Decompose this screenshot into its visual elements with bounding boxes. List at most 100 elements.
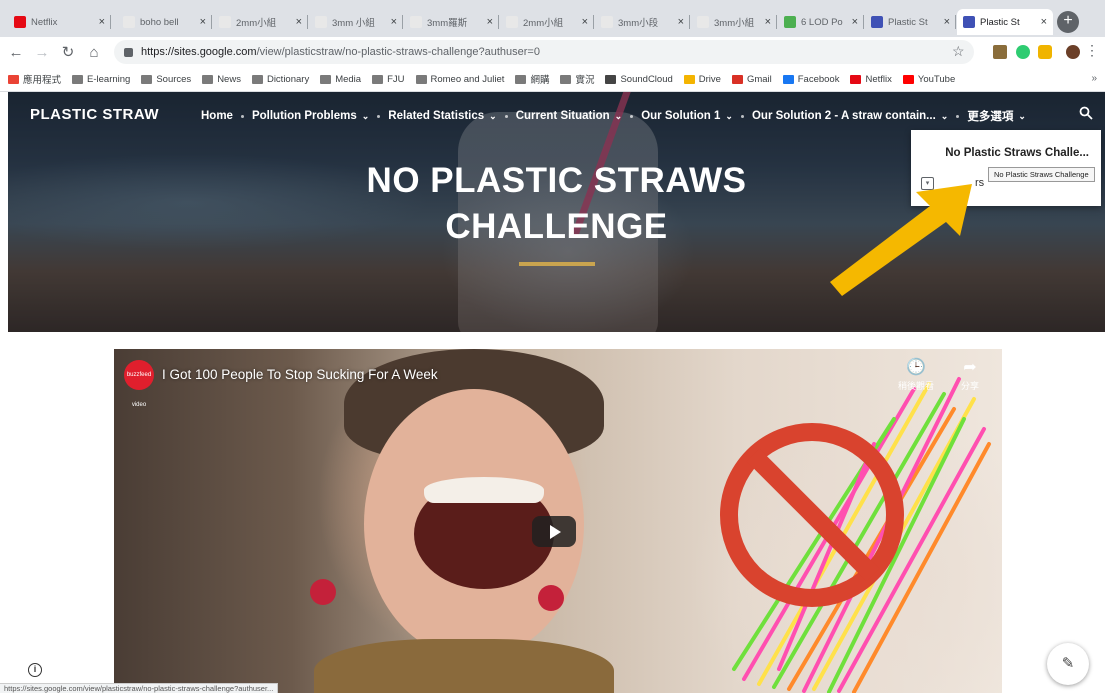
tab-close-icon[interactable]: × [296,16,302,28]
search-icon[interactable] [1079,106,1093,120]
bookmark-item[interactable]: Facebook [782,74,839,85]
bookmark-item[interactable]: Gmail [731,74,772,85]
bookmarks-overflow-icon[interactable]: » [1091,73,1097,84]
info-icon[interactable]: i [28,663,42,677]
folder-icon [72,74,84,84]
tab-close-icon[interactable]: × [487,16,493,28]
watch-later-button[interactable]: 🕒 稍後觀看 [896,357,936,392]
bookmark-star-icon[interactable]: ☆ [952,43,965,60]
video-player[interactable]: buzzfeed video I Got 100 People To Stop … [114,349,1002,693]
site-logo[interactable]: PLASTIC STRAW [30,106,159,123]
gmail-icon [731,74,743,84]
tab-title: Plastic St [980,16,1020,28]
bookmark-item[interactable]: Dictionary [251,74,309,85]
tab-favicon-icon [963,16,975,28]
tooltip: No Plastic Straws Challenge [988,167,1095,182]
bookmark-item[interactable]: Media [320,74,361,85]
browser-tab[interactable]: 2mm小組 × [213,9,308,35]
bookmark-label: 網購 [530,75,550,86]
bookmark-item[interactable]: 網購 [515,72,549,86]
tab-title: 2mm小組 [236,18,277,29]
tab-close-icon[interactable]: × [1041,16,1047,28]
tab-close-icon[interactable]: × [678,16,684,28]
nav-item[interactable]: Our Solution 1 ⌄ [641,110,733,122]
browser-tab[interactable]: Plastic St × [865,9,956,35]
tab-favicon-icon [601,16,613,28]
browser-tab[interactable]: 2mm小組 × [500,9,594,35]
nav-item-label: Home [201,110,233,122]
tab-close-icon[interactable]: × [391,16,397,28]
bookmark-item[interactable]: Sources [141,74,191,85]
bookmark-item[interactable]: Drive [683,74,721,85]
video-title[interactable]: I Got 100 People To Stop Sucking For A W… [162,367,438,382]
extension-yellow-icon[interactable] [1038,45,1052,59]
dropdown-item-no-plastic-straws-challenge[interactable]: No Plastic Straws Challe... [945,147,1089,159]
play-button[interactable] [532,516,576,547]
tab-close-icon[interactable]: × [200,16,206,28]
page-title-text: NO PLASTIC STRAWS CHALLENGE [366,161,747,246]
tab-favicon-icon [506,16,518,28]
address-bar[interactable]: https://sites.google.com/view/plasticstr… [114,40,974,64]
tab-close-icon[interactable]: × [944,16,950,28]
bookmark-label: E-learning [87,73,131,85]
extension-green-icon[interactable] [1016,45,1030,59]
nav-item-label: Current Situation [515,110,610,122]
bookmark-item[interactable]: YouTube [902,74,955,85]
nav-item[interactable]: Current Situation ⌄ [516,110,622,122]
browser-tab[interactable]: 6 LOD Po × [778,9,864,35]
tab-title: boho bell [140,16,179,28]
forward-arrow-icon[interactable]: → [32,44,52,61]
status-bar-url: https://sites.google.com/view/plasticstr… [0,683,279,693]
bookmark-item[interactable]: News [202,74,241,85]
tab-title: 6 LOD Po [801,16,843,28]
youtube-icon [902,74,914,84]
bookmark-item[interactable]: E-learning [72,74,130,85]
browser-tab[interactable]: Netflix × [8,9,111,35]
browser-tab[interactable]: boho bell × [117,9,212,35]
tab-close-icon[interactable]: × [852,16,858,28]
edit-button[interactable]: ✎ [1047,643,1089,685]
browser-tab[interactable]: Plastic St × [957,9,1053,35]
tab-title: 3mm羅斯 [427,18,468,29]
chevron-down-icon: ⌄ [725,110,733,121]
folder-icon [202,74,214,84]
bookmark-item[interactable]: FJU [372,74,405,85]
bookmark-item[interactable]: Netflix [850,73,892,85]
channel-avatar[interactable]: buzzfeed video [124,360,154,408]
browser-menu-icon[interactable]: ⋮ [1085,42,1099,59]
bookmark-item[interactable]: Romeo and Juliet [415,74,504,85]
nav-item-label: Pollution Problems [251,110,357,122]
back-arrow-icon[interactable]: ← [6,44,26,61]
share-icon: ➦ [963,359,977,376]
browser-tab[interactable]: 3mm小段 × [595,9,690,35]
folder-icon [515,74,527,84]
apps-icon [8,74,19,84]
url-host: https://sites.google.com [141,46,257,58]
nav-item[interactable]: Home [201,110,233,122]
nav-item[interactable]: Pollution Problems ⌄ [252,110,369,122]
profile-avatar[interactable] [1066,45,1080,59]
bookmark-item[interactable]: 應用程式 [8,72,61,86]
nav-item[interactable]: Related Statistics ⌄ [388,110,496,122]
nav-item[interactable]: 更多選項 ⌄ [967,108,1026,124]
tab-close-icon[interactable]: × [765,16,771,28]
tab-close-icon[interactable]: × [99,16,105,28]
extension-cart-icon[interactable] [993,45,1007,59]
share-button[interactable]: ➦ 分享 [950,357,990,392]
url-path: /view/plasticstraw/no-plastic-straws-cha… [256,46,540,58]
browser-tab[interactable]: 3mm小組 × [691,9,777,35]
nav-separator [956,114,960,118]
nav-item[interactable]: Our Solution 2 - A straw contain... ⌄ [752,110,948,122]
tab-close-icon[interactable]: × [582,16,588,28]
bookmark-item[interactable]: 實況 [560,72,594,86]
reload-icon[interactable]: ↻ [58,43,78,61]
new-tab-button[interactable]: + [1057,11,1079,33]
tab-title: 3mm小組 [714,18,755,29]
browser-tab[interactable]: 3mm 小組 × [309,9,403,35]
bookmark-item[interactable]: SoundCloud [605,74,673,85]
tab-title: 2mm小組 [523,18,564,29]
nav-separator [504,114,508,118]
browser-tab[interactable]: 3mm羅斯 × [404,9,499,35]
bookmark-label: Netflix [865,73,892,85]
home-icon[interactable]: ⌂ [84,44,104,61]
